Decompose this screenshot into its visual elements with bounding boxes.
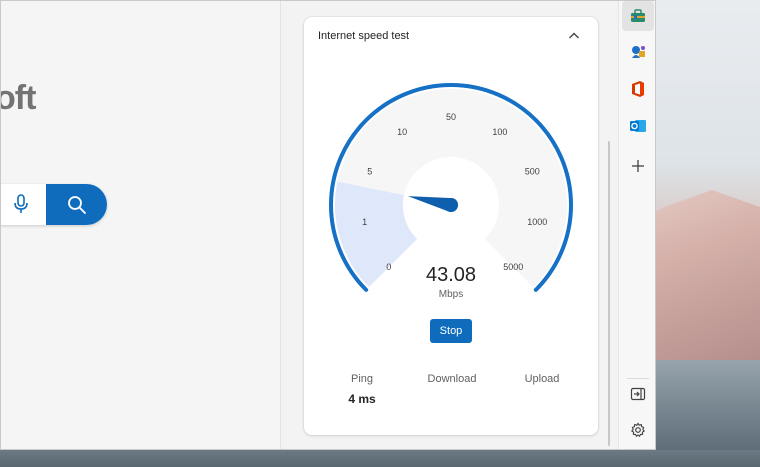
card-title: Internet speed test [318,30,410,42]
games-icon [632,46,645,58]
metric-label: Upload [524,373,560,385]
gauge-tick-label: 50 [446,112,456,122]
voice-search-button[interactable] [7,190,35,218]
brand-text: oft [1,79,36,117]
gauge-tick-label: 500 [525,166,540,176]
office-button[interactable] [622,74,654,104]
settings-button[interactable] [622,415,654,445]
gauge-tick-label: 1 [362,217,367,227]
metric-download: Download [412,373,492,392]
taskbar [0,450,760,467]
metric-upload: Upload [502,373,582,392]
sidebar-toolbar [618,1,655,449]
search-icon [67,195,86,214]
gauge-needle-hub [444,198,458,212]
web-page: oft [1,1,281,449]
stop-button[interactable]: Stop [430,319,472,343]
gauge-tick-label: 100 [492,127,507,137]
browser-window: oft Internet speed test [0,0,656,450]
microphone-icon [14,194,28,213]
outlook-button[interactable] [622,111,654,141]
speed-test-card: Internet speed test 0 1 5 10 50 100 500 1000 500… [304,17,598,435]
add-button[interactable] [622,151,654,181]
scrollbar[interactable] [608,141,610,446]
metric-label: Download [427,373,477,385]
collapse-button[interactable] [564,26,584,46]
gauge-tick-label: 5 [367,166,372,176]
card-header: Internet speed test [318,29,584,49]
tools-icon [631,9,645,22]
search-button[interactable] [46,184,107,225]
hide-sidebar-icon [630,387,646,401]
games-button[interactable] [622,37,654,67]
outlook-icon [630,120,646,132]
metric-value: 4 ms [348,392,376,406]
gauge-tick-label: 1000 [527,217,547,227]
speed-unit: Mbps [438,289,464,300]
metrics-row: Ping 4 ms Download Upload [322,373,582,413]
tools-button[interactable] [622,1,654,31]
metric-ping: Ping 4 ms [322,373,402,406]
speed-readout: 43.08 Mbps [304,263,598,300]
office-icon [632,81,644,97]
sidebar-pane: Internet speed test 0 1 5 10 50 100 500 1000 500… [282,1,618,449]
metric-label: Ping [350,373,374,385]
settings-icon [630,422,646,438]
add-icon [632,160,644,172]
hide-sidebar-button[interactable] [622,379,654,409]
speed-value: 43.08 [425,264,477,286]
gauge-tick-label: 10 [397,127,407,137]
chevron-up-icon [569,32,579,39]
search-box[interactable] [1,184,107,225]
